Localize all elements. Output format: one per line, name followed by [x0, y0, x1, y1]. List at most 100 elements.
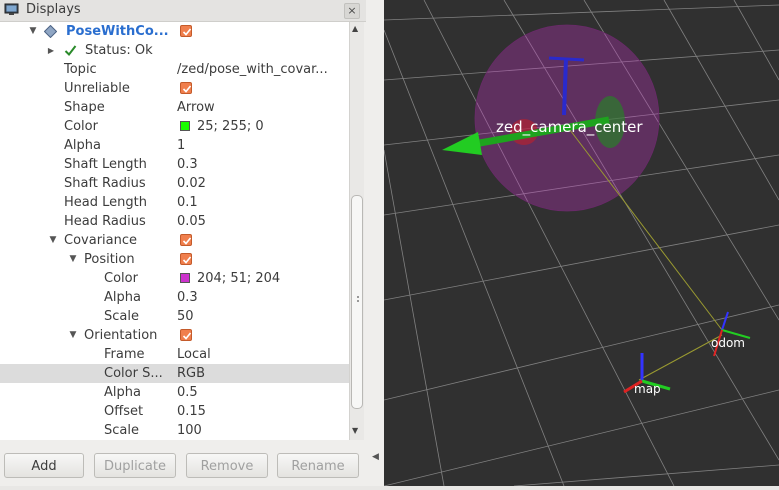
orientation-checkbox[interactable] — [180, 329, 192, 341]
checkmark-icon — [64, 45, 77, 57]
property-name: Shaft Radius — [64, 176, 146, 191]
tree-row-orientation[interactable]: ▼ Orientation — [0, 326, 349, 345]
display-diamond-icon — [44, 25, 57, 38]
collapse-arrow-icon[interactable]: ▼ — [68, 326, 78, 345]
tree-row-unreliable[interactable]: Unreliable — [0, 79, 349, 98]
tree-row-shaft-length[interactable]: Shaft Length 0.3 — [0, 155, 349, 174]
property-name: Color S... — [104, 366, 163, 381]
status-label: Status: Ok — [85, 43, 153, 58]
frame-label-odom: odom — [711, 336, 745, 350]
tree-row-head-length[interactable]: Head Length 0.1 — [0, 193, 349, 212]
property-name: Topic — [64, 62, 97, 77]
tree-row-offset[interactable]: Offset 0.15 — [0, 402, 349, 421]
property-name: Frame — [104, 347, 145, 362]
position-checkbox[interactable] — [180, 253, 192, 265]
duplicate-button[interactable]: Duplicate — [94, 453, 176, 478]
rename-button[interactable]: Rename — [277, 453, 359, 478]
property-value[interactable]: Arrow — [177, 98, 215, 117]
add-button[interactable]: Add — [4, 453, 84, 478]
property-value[interactable]: 50 — [177, 307, 194, 326]
z-axis — [562, 57, 568, 116]
tree-row-shaft-radius[interactable]: Shaft Radius 0.02 — [0, 174, 349, 193]
tree-row-frame[interactable]: Frame Local — [0, 345, 349, 364]
tree-row-status[interactable]: ▶ Status: Ok — [0, 41, 349, 60]
property-name: Unreliable — [64, 81, 130, 96]
property-value[interactable]: 204; 51; 204 — [197, 269, 280, 288]
tree-row-posewithcovariance[interactable]: ▼ PoseWithCo... — [0, 22, 349, 41]
tree-row-shape[interactable]: Shape Arrow — [0, 98, 349, 117]
property-name: Shaft Length — [64, 157, 147, 172]
expand-arrow-icon[interactable]: ▶ — [46, 41, 56, 60]
tree-row-color[interactable]: Color 25; 255; 0 — [0, 117, 349, 136]
tree-row-alpha[interactable]: Alpha 1 — [0, 136, 349, 155]
enable-checkbox[interactable] — [180, 25, 192, 37]
z-axis-cap — [548, 56, 585, 62]
property-name: Head Radius — [64, 214, 146, 229]
property-value[interactable]: 0.1 — [177, 193, 198, 212]
collapse-arrow-icon[interactable]: ▼ — [68, 250, 78, 269]
property-name: Orientation — [84, 328, 158, 343]
property-value[interactable]: RGB — [177, 364, 205, 383]
tree-row-position-scale[interactable]: Scale 50 — [0, 307, 349, 326]
panel-splitter[interactable]: ◀ — [366, 0, 384, 486]
property-value[interactable]: 0.3 — [177, 155, 198, 174]
unreliable-checkbox[interactable] — [180, 82, 192, 94]
close-icon: × — [347, 4, 357, 17]
tree-row-topic[interactable]: Topic /zed/pose_with_covar... — [0, 60, 349, 79]
tree-row-orientation-alpha[interactable]: Alpha 0.5 — [0, 383, 349, 402]
property-name: Alpha — [64, 138, 101, 153]
property-value[interactable]: 0.05 — [177, 212, 206, 231]
property-name: Color — [104, 271, 138, 286]
collapse-arrow-icon[interactable]: ▼ — [48, 231, 58, 250]
color-swatch[interactable] — [180, 273, 190, 283]
property-name: Color — [64, 119, 98, 134]
3d-viewport[interactable]: zed_camera_center odom map — [383, 0, 779, 487]
display-buttons-bar: Add Duplicate Remove Rename — [0, 448, 366, 486]
property-name: Alpha — [104, 290, 141, 305]
property-value[interactable]: /zed/pose_with_covar... — [177, 60, 328, 79]
property-value[interactable]: 1 — [177, 136, 185, 155]
3d-scene[interactable]: zed_camera_center odom map — [383, 0, 779, 487]
tree-vertical-scrollbar[interactable]: ▲ ▼ — [349, 22, 364, 440]
property-value[interactable]: 100 — [177, 421, 202, 440]
property-name: Alpha — [104, 385, 141, 400]
property-value[interactable]: 0.5 — [177, 383, 198, 402]
displays-title-bar: Displays × — [0, 0, 366, 22]
panel-title: Displays — [26, 2, 81, 17]
property-name: Scale — [104, 309, 139, 324]
tree-row-color-style[interactable]: Color S... RGB — [0, 364, 349, 383]
property-value[interactable]: 0.3 — [177, 288, 198, 307]
color-swatch[interactable] — [180, 121, 190, 131]
scrollbar-thumb[interactable] — [351, 195, 363, 409]
scroll-up-arrow-icon[interactable]: ▲ — [352, 24, 358, 33]
tree-row-position-alpha[interactable]: Alpha 0.3 — [0, 288, 349, 307]
tree-row-position[interactable]: ▼ Position — [0, 250, 349, 269]
property-value[interactable]: Local — [177, 345, 211, 364]
remove-button[interactable]: Remove — [186, 453, 268, 478]
property-name: Covariance — [64, 233, 137, 248]
property-name: Position — [84, 252, 135, 267]
property-name: Shape — [64, 100, 105, 115]
property-name: Scale — [104, 423, 139, 438]
property-name: Head Length — [64, 195, 147, 210]
property-name: Offset — [104, 404, 144, 419]
property-value[interactable]: 0.02 — [177, 174, 206, 193]
scroll-down-arrow-icon[interactable]: ▼ — [352, 426, 358, 435]
property-value[interactable]: 25; 255; 0 — [197, 117, 264, 136]
grip-dot — [357, 296, 359, 298]
monitor-icon — [4, 3, 19, 15]
tree-row-position-color[interactable]: Color 204; 51; 204 — [0, 269, 349, 288]
displays-panel: Displays × ▼ PoseWithCo... ▶ Status: Ok — [0, 0, 384, 486]
frame-label-zed-camera-center: zed_camera_center — [496, 118, 643, 137]
tree-row-orientation-scale[interactable]: Scale 100 — [0, 421, 349, 440]
property-value[interactable]: 0.15 — [177, 402, 206, 421]
tree-row-head-radius[interactable]: Head Radius 0.05 — [0, 212, 349, 231]
display-properties-tree[interactable]: ▼ PoseWithCo... ▶ Status: Ok Topic /zed/… — [0, 22, 349, 440]
covariance-checkbox[interactable] — [180, 234, 192, 246]
frame-label-map: map — [634, 382, 661, 396]
grip-dot — [357, 300, 359, 302]
close-panel-button[interactable]: × — [344, 3, 360, 19]
collapse-arrow-icon[interactable]: ▼ — [28, 22, 38, 41]
collapse-left-arrow-icon[interactable]: ◀ — [372, 452, 379, 462]
tree-row-covariance[interactable]: ▼ Covariance — [0, 231, 349, 250]
